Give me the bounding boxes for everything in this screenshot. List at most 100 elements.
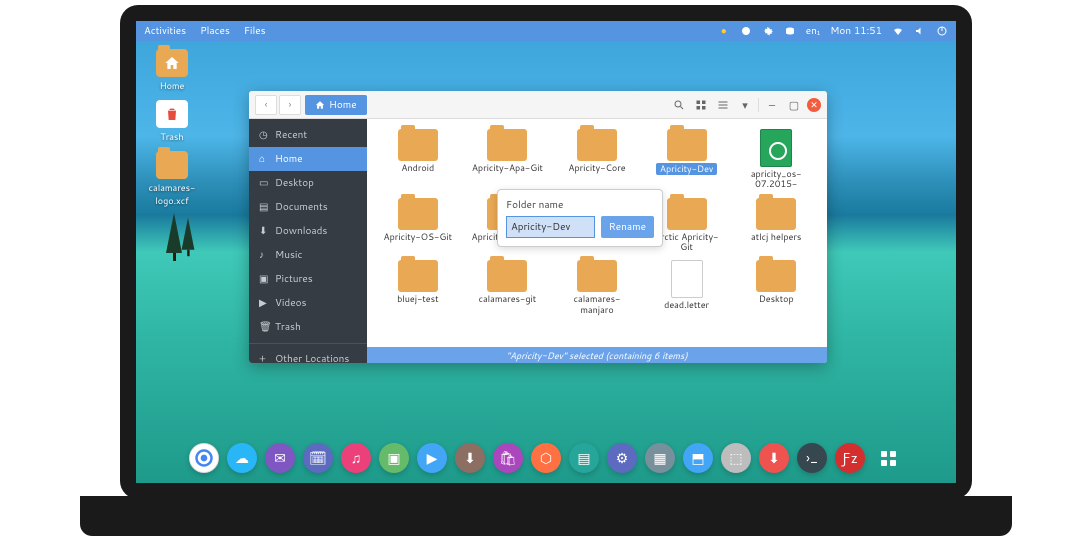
rename-button[interactable]: Rename (601, 216, 654, 238)
nav-back-button[interactable]: ‹ (255, 95, 277, 115)
file-label: Apricity-Dev (656, 163, 717, 175)
dock-app-9[interactable]: ⬡ (531, 443, 561, 473)
dock-app-0[interactable] (189, 443, 219, 473)
dock-app-7[interactable]: ⬇ (455, 443, 485, 473)
file-label: Apricity-Apa-Git (472, 163, 543, 173)
dock-app-4[interactable]: ♫ (341, 443, 371, 473)
file-item[interactable]: dead.letter (642, 258, 732, 317)
video-icon: ▶ (259, 296, 269, 310)
file-label: atlcj helpers (751, 232, 801, 242)
folder-icon (398, 260, 438, 292)
window-titlebar[interactable]: ‹ › Home ▾ (249, 91, 827, 119)
path-label: Home (329, 98, 357, 112)
desktop-icon-home[interactable]: Home (148, 49, 196, 92)
sidebar-item-videos[interactable]: ▶Videos (249, 291, 367, 315)
sidebar-item-pictures[interactable]: ▣Pictures (249, 267, 367, 291)
desktop-icon-trash[interactable]: Trash (148, 100, 196, 143)
clock[interactable]: Mon 11:51 (830, 24, 882, 38)
sidebar: ◷Recent⌂Home▭Desktop▤Documents⬇Downloads… (249, 119, 367, 363)
sidebar-item-desktop[interactable]: ▭Desktop (249, 171, 367, 195)
file-item[interactable]: Apricity-Dev (642, 127, 732, 192)
download-icon: ⬇ (259, 224, 269, 238)
dock-app-2[interactable]: ✉ (265, 443, 295, 473)
places-menu[interactable]: Places (200, 24, 230, 38)
file-item[interactable]: atlcj helpers (731, 196, 821, 255)
maximize-button[interactable]: ▢ (785, 96, 803, 114)
file-item[interactable]: calamares-git (463, 258, 553, 317)
dock-app-12[interactable]: ▦ (645, 443, 675, 473)
sidebar-item-home[interactable]: ⌂Home (249, 147, 367, 171)
sidebar-item-downloads[interactable]: ⬇Downloads (249, 219, 367, 243)
file-item[interactable]: Apricity-Apa-Git (463, 127, 553, 192)
dock-app-6[interactable]: ▶ (417, 443, 447, 473)
dock-app-10[interactable]: ▤ (569, 443, 599, 473)
file-item[interactable]: calamares-manjaro (552, 258, 642, 317)
folder-icon (398, 129, 438, 161)
file-label: Android (401, 163, 434, 173)
dock-app-14[interactable]: ⬚ (721, 443, 751, 473)
sidebar-item-documents[interactable]: ▤Documents (249, 195, 367, 219)
search-button[interactable] (670, 96, 688, 114)
file-icon (671, 260, 703, 298)
rename-popover: Folder name Rename (497, 189, 663, 247)
dropdown-icon[interactable]: ▾ (736, 96, 754, 114)
file-item[interactable]: bluej-test (373, 258, 463, 317)
view-grid-button[interactable] (692, 96, 710, 114)
network-icon[interactable] (892, 25, 904, 37)
rename-input[interactable] (506, 216, 595, 238)
dock-app-11[interactable]: ⚙ (607, 443, 637, 473)
clock-icon: ◷ (259, 128, 269, 142)
dock-app-8[interactable]: 🛍 (493, 443, 523, 473)
rename-label: Folder name (506, 198, 654, 212)
dock-app-17[interactable]: Ƒz (835, 443, 865, 473)
cloud-icon[interactable] (740, 25, 752, 37)
file-item[interactable]: Android (373, 127, 463, 192)
music-icon: ♪ (259, 248, 269, 262)
folder-icon (756, 260, 796, 292)
disk-icon[interactable] (784, 25, 796, 37)
file-item[interactable]: Apricity-OS-Git (373, 196, 463, 255)
nav-forward-button[interactable]: › (279, 95, 301, 115)
dock-app-3[interactable]: 🗓 (303, 443, 333, 473)
desktop-icon-calamares-logo-xcf[interactable]: calamares-logo.xcf (148, 151, 196, 207)
file-label: bluej-test (397, 294, 438, 304)
minimize-button[interactable]: – (763, 96, 781, 114)
file-label: Apricity-Core (568, 163, 625, 173)
file-label: calamares-manjaro (559, 294, 635, 315)
view-list-button[interactable] (714, 96, 732, 114)
folder-icon (577, 129, 617, 161)
folder-icon (487, 260, 527, 292)
file-item[interactable]: Apricity-Core (552, 127, 642, 192)
doc-icon: ▤ (259, 200, 269, 214)
desktop-icon: ▭ (259, 176, 269, 190)
folder-icon (667, 198, 707, 230)
close-button[interactable]: ✕ (807, 98, 821, 112)
dock-app-13[interactable]: ⬒ (683, 443, 713, 473)
path-home-button[interactable]: Home (305, 95, 367, 115)
dock-apps-button[interactable] (873, 443, 903, 473)
folder-icon (398, 198, 438, 230)
folder-icon (487, 129, 527, 161)
sidebar-item-recent[interactable]: ◷Recent (249, 123, 367, 147)
dock-app-16[interactable]: ›_ (797, 443, 827, 473)
sidebar-item-trash[interactable]: 🗑Trash (249, 315, 367, 339)
settings-icon[interactable] (762, 25, 774, 37)
dock-app-5[interactable]: ▣ (379, 443, 409, 473)
dock-app-1[interactable]: ☁ (227, 443, 257, 473)
sidebar-item-music[interactable]: ♪Music (249, 243, 367, 267)
activities-button[interactable]: Activities (144, 24, 186, 38)
home-icon (315, 100, 325, 110)
folder-icon (756, 198, 796, 230)
file-label: calamares-git (479, 294, 537, 304)
status-bar: "Apricity-Dev" selected (containing 6 it… (367, 347, 827, 363)
power-icon[interactable] (936, 25, 948, 37)
files-menu[interactable]: Files (244, 24, 266, 38)
brightness-icon[interactable]: ● (718, 25, 730, 37)
file-item[interactable]: Desktop (731, 258, 821, 317)
sidebar-item-other-locations[interactable]: +Other Locations (249, 343, 367, 363)
file-item[interactable]: apricity_os-07.2015- (731, 127, 821, 192)
file-label: Desktop (759, 294, 794, 304)
volume-icon[interactable] (914, 25, 926, 37)
language-indicator[interactable]: en₁ (806, 24, 821, 38)
dock-app-15[interactable]: ⬇ (759, 443, 789, 473)
